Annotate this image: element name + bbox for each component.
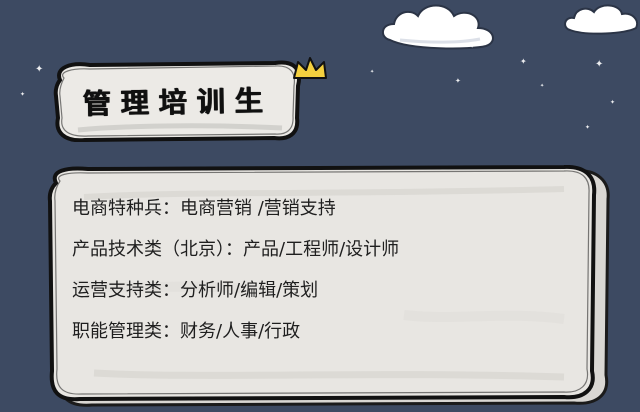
title-card: 管理培训生 — [50, 60, 305, 142]
position-line-ecommerce: 电商特种兵：电商营销 /营销支持 — [72, 198, 336, 219]
sparkle-icon: ✦ — [370, 69, 375, 75]
sparkle-icon: ✦ — [455, 77, 461, 85]
positions-list: 电商特种兵：电商营销 /营销支持 产品技术类（北京）：产品/工程师/设计师 运营… — [72, 198, 592, 362]
sparkle-icon: ✦ — [595, 59, 604, 70]
crown-icon — [293, 57, 327, 79]
sparkle-icon: ✦ — [35, 64, 44, 75]
sparkle-icon: ✦ — [20, 91, 26, 98]
sparkle-icon: ✦ — [610, 99, 616, 106]
sparkle-icon: ✦ — [540, 83, 545, 89]
position-line-product-tech: 产品技术类（北京）：产品/工程师/设计师 — [72, 239, 400, 260]
cloud-icon — [382, 4, 494, 50]
sparkle-icon: ✦ — [520, 57, 527, 66]
position-line-operations: 运营支持类：分析师/编辑/策划 — [72, 280, 319, 301]
sparkle-icon: ✦ — [470, 44, 475, 50]
position-line-functional: 职能管理类：财务/人事/行政 — [72, 321, 301, 342]
poster-background: ✦ ✦ ✦ ✦ ✦ ✦ ✦ ✦ ✦ ✦ 管理培训生 电商特种兵：电商营销 /营销… — [0, 0, 640, 412]
sparkle-icon: ✦ — [585, 124, 591, 131]
cloud-icon — [564, 4, 638, 35]
page-title: 管理培训生 — [82, 84, 273, 121]
